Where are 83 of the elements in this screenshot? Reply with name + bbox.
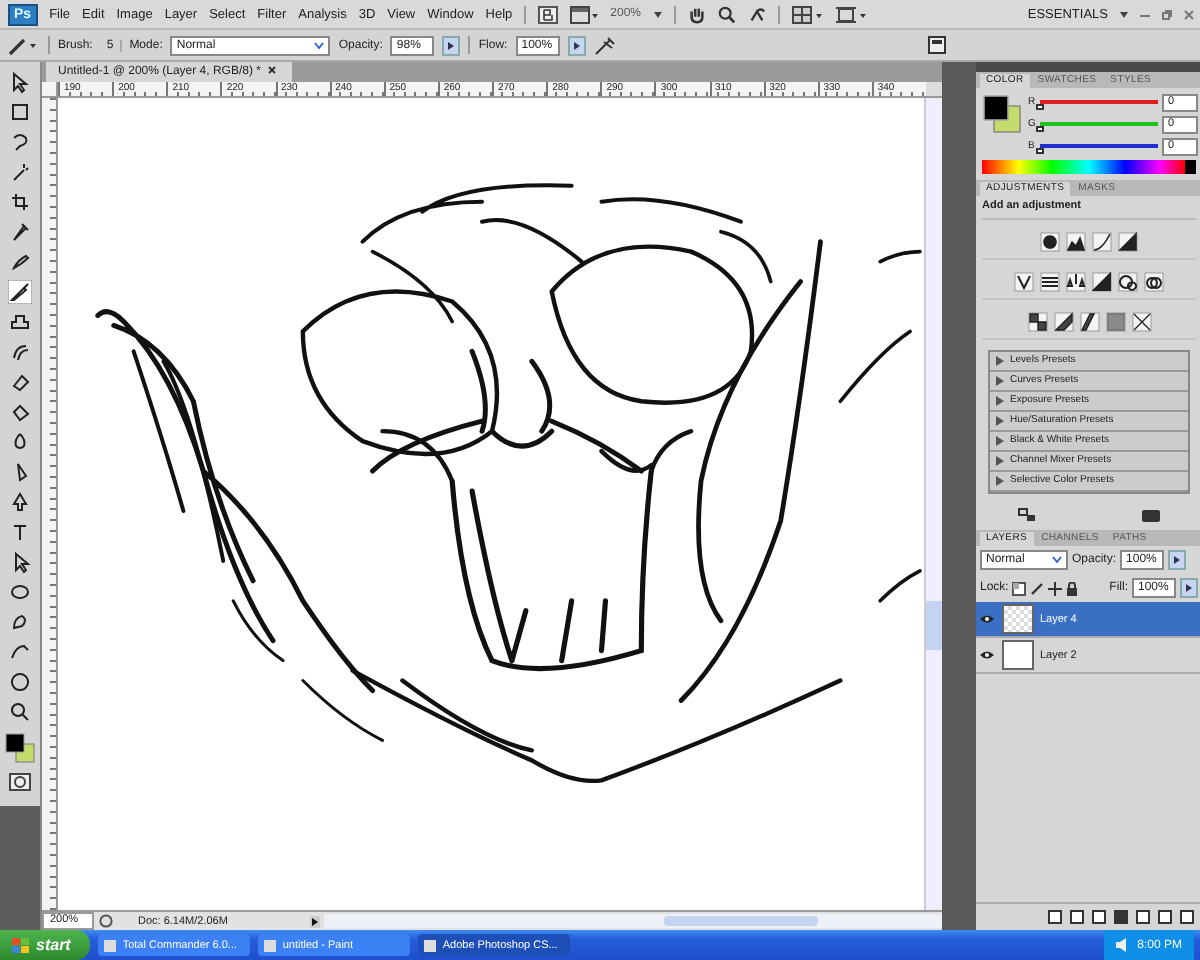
quick-mask-icon[interactable] bbox=[8, 772, 32, 792]
brush-preset-icon[interactable] bbox=[8, 35, 40, 55]
search-icon[interactable] bbox=[717, 5, 735, 23]
rotate-view-icon[interactable] bbox=[747, 5, 765, 23]
folder-icon[interactable] bbox=[1136, 910, 1150, 924]
slider-thumb[interactable] bbox=[1036, 104, 1044, 110]
opacity-slider-button[interactable] bbox=[442, 35, 461, 55]
trash-icon[interactable] bbox=[1180, 910, 1194, 924]
invert-icon[interactable] bbox=[1027, 312, 1047, 332]
layer-thumbnail bbox=[1002, 604, 1034, 634]
panel-view-icon[interactable] bbox=[1018, 508, 1036, 522]
ruler-corner bbox=[926, 82, 942, 96]
opacity-slider-button[interactable] bbox=[1168, 550, 1187, 570]
channel-mixer-icon[interactable] bbox=[1144, 272, 1164, 292]
brightness-icon[interactable] bbox=[1040, 232, 1060, 252]
exposure-icon[interactable] bbox=[1118, 232, 1138, 252]
mask-icon[interactable] bbox=[1092, 910, 1106, 924]
eraser-tool-icon[interactable] bbox=[8, 370, 32, 394]
minimize-icon[interactable] bbox=[1140, 9, 1150, 19]
bridge-icon[interactable] bbox=[538, 5, 559, 23]
magic-wand-icon[interactable] bbox=[8, 160, 32, 184]
hand-icon[interactable] bbox=[687, 5, 705, 23]
link-icon[interactable] bbox=[1048, 910, 1062, 924]
grayscale-icon[interactable] bbox=[1092, 272, 1112, 292]
caret-icon[interactable] bbox=[1120, 11, 1128, 17]
lock-position-icon[interactable] bbox=[1048, 581, 1063, 595]
lock-icon[interactable] bbox=[1066, 581, 1079, 595]
hue-saturation-icon[interactable] bbox=[1040, 272, 1060, 292]
slider-thumb[interactable] bbox=[1036, 126, 1044, 132]
clip-layer-icon[interactable] bbox=[1142, 508, 1160, 522]
flow-slider-button[interactable] bbox=[567, 35, 586, 55]
new-layer-icon[interactable] bbox=[1158, 910, 1172, 924]
lock-pixels-icon[interactable] bbox=[1030, 581, 1045, 595]
arrange-documents-icon[interactable] bbox=[791, 5, 823, 23]
brush-tool-icon[interactable] bbox=[8, 280, 32, 304]
airbrush-icon[interactable] bbox=[593, 35, 616, 55]
type-tool-icon[interactable] bbox=[8, 520, 32, 544]
status-icon[interactable] bbox=[98, 914, 114, 928]
speaker-icon[interactable] bbox=[1115, 938, 1130, 952]
chevron-down-icon bbox=[314, 41, 325, 49]
triangle-right-icon bbox=[1186, 584, 1192, 592]
color-spectrum-bar[interactable] bbox=[982, 160, 1196, 174]
eyedropper-icon[interactable] bbox=[8, 220, 32, 244]
stamp-tool-icon[interactable] bbox=[8, 310, 32, 334]
layer-thumbnail bbox=[1002, 640, 1034, 670]
zoom-tool-icon[interactable] bbox=[8, 700, 32, 724]
lock-transparency-icon[interactable] bbox=[1012, 581, 1027, 595]
marquee-tool-icon[interactable] bbox=[8, 100, 32, 124]
lasso-tool-icon[interactable] bbox=[8, 130, 32, 154]
triangle-right-icon bbox=[448, 41, 455, 49]
chevron-down-icon bbox=[1052, 556, 1062, 564]
horizontal-scrollbar[interactable] bbox=[324, 914, 942, 928]
move-tool-icon[interactable] bbox=[8, 70, 32, 94]
restore-icon[interactable] bbox=[1162, 9, 1172, 19]
panel-toggle-icon[interactable] bbox=[928, 36, 946, 54]
color-balance-icon[interactable] bbox=[1066, 272, 1086, 292]
visibility-eye-icon[interactable] bbox=[979, 614, 993, 624]
photo-filter-icon[interactable] bbox=[1118, 272, 1138, 292]
ellipse-tool-icon[interactable] bbox=[8, 580, 32, 604]
history-brush-icon[interactable] bbox=[8, 340, 32, 364]
visibility-eye-icon[interactable] bbox=[979, 650, 993, 660]
curves-icon[interactable] bbox=[1092, 232, 1112, 252]
threshold-icon[interactable] bbox=[1079, 312, 1099, 332]
slider-thumb[interactable] bbox=[1036, 148, 1044, 154]
screen-mode-icon[interactable] bbox=[570, 5, 599, 23]
screen-mode-icon[interactable] bbox=[835, 5, 867, 23]
foreground-background-swatch-icon[interactable] bbox=[982, 94, 1022, 134]
fill-slider-button[interactable] bbox=[1180, 578, 1198, 598]
fx-icon[interactable] bbox=[1070, 910, 1084, 924]
paint-bucket-icon[interactable] bbox=[8, 400, 32, 424]
vibrance-icon[interactable] bbox=[1014, 272, 1034, 292]
crop-tool-icon[interactable] bbox=[8, 190, 32, 214]
triangle-right-icon bbox=[1174, 556, 1181, 564]
color-swatches-icon[interactable] bbox=[4, 730, 36, 766]
close-icon[interactable] bbox=[268, 66, 277, 74]
vertical-scrollbar[interactable] bbox=[924, 98, 942, 910]
caret-icon[interactable] bbox=[653, 11, 661, 17]
windows-logo-icon bbox=[12, 937, 30, 953]
posterize-icon[interactable] bbox=[1053, 312, 1073, 332]
status-menu-button[interactable] bbox=[310, 915, 320, 927]
triangle-right-icon bbox=[573, 41, 580, 49]
selective-color-icon[interactable] bbox=[1131, 312, 1151, 332]
levels-icon[interactable] bbox=[1066, 232, 1086, 252]
